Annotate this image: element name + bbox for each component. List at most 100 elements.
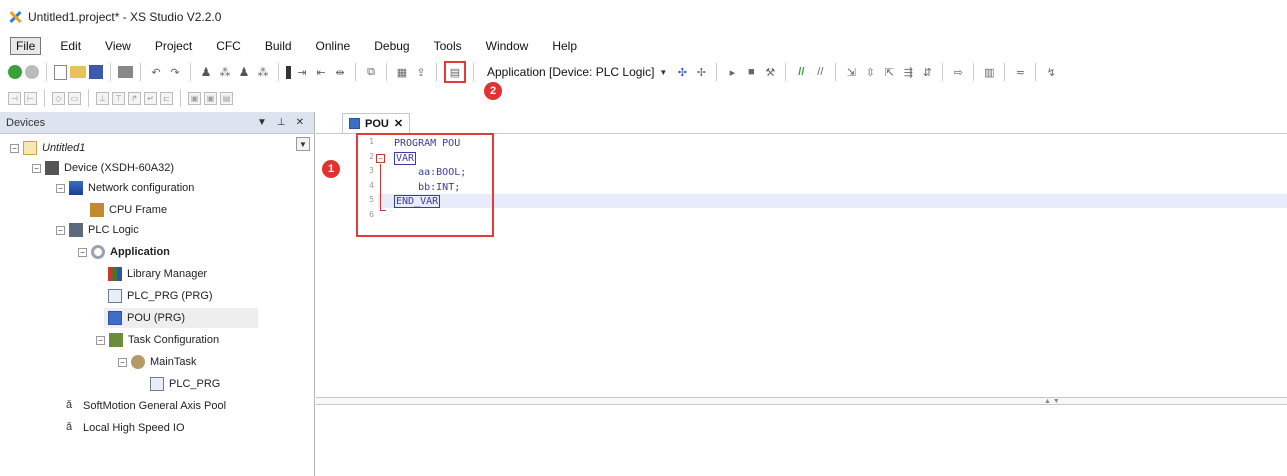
declare-variable-icon[interactable]: ▤ <box>447 64 463 80</box>
code-line[interactable]: VAR <box>394 151 1287 167</box>
uncomment-icon[interactable]: // <box>812 64 828 80</box>
pin-icon[interactable]: ⊥ <box>277 117 286 128</box>
code-line[interactable]: PROGRAM POU <box>394 137 1287 152</box>
panel-dropdown-icon[interactable]: ▼ <box>257 117 267 128</box>
print-icon[interactable] <box>118 66 133 78</box>
tree-item-softmotion-axis-pool[interactable]: ǎ SoftMotion General Axis Pool <box>66 396 226 416</box>
collapse-icon[interactable]: − <box>56 225 65 235</box>
redo-icon[interactable]: ↷ <box>167 64 183 80</box>
annotation-badge-2: 2 <box>484 82 502 100</box>
splitter-grip-icon[interactable]: ▲ ▼ <box>1044 398 1060 405</box>
tree-item-cpu-frame[interactable]: CPU Frame <box>90 200 167 220</box>
code-line[interactable] <box>394 210 1287 225</box>
tree-item-project[interactable]: − Untitled1 <box>10 138 85 158</box>
insert-contact-icon[interactable]: ⊣ <box>8 91 21 105</box>
tree-options-dropdown[interactable]: ▼ <box>296 137 310 151</box>
comment-icon[interactable]: // <box>793 64 809 80</box>
bookmark-icon[interactable] <box>286 65 291 79</box>
logout-icon[interactable]: ✢ <box>693 64 709 80</box>
insert-box-icon[interactable]: ▭ <box>68 91 81 105</box>
active-application-selector[interactable]: Application [Device: PLC Logic] <box>487 65 654 79</box>
menu-project[interactable]: Project <box>150 38 197 54</box>
app-logo-icon <box>8 10 22 24</box>
set-next-statement-icon[interactable]: ⇵ <box>919 64 935 80</box>
collapse-icon[interactable]: − <box>56 183 65 193</box>
tree-item-pou[interactable]: POU (PRG) <box>104 308 258 328</box>
insert-input-icon[interactable]: ▣ <box>188 91 201 105</box>
force-values-icon[interactable]: ≂ <box>1012 64 1028 80</box>
insert-coil-icon[interactable]: ◇ <box>52 91 65 105</box>
insert-comment-icon[interactable]: ▤ <box>220 91 233 105</box>
devices-panel-title: Devices <box>6 116 46 129</box>
insert-parallel-icon[interactable]: ⊢ <box>24 91 37 105</box>
menu-file[interactable]: File <box>10 37 42 55</box>
tree-item-plc-prg-call[interactable]: PLC_PRG <box>150 374 220 394</box>
collapse-icon[interactable]: − <box>32 163 41 173</box>
bookmark-next-icon[interactable]: ⇥ <box>294 64 310 80</box>
undo-icon[interactable]: ↶ <box>148 64 164 80</box>
menu-build[interactable]: Build <box>260 38 297 54</box>
tree-item-task-configuration[interactable]: − Task Configuration <box>96 330 219 350</box>
tree-item-plc-logic[interactable]: − PLC Logic <box>56 220 139 240</box>
new-file-icon[interactable] <box>54 64 67 80</box>
close-tab-icon[interactable]: ✕ <box>394 117 403 130</box>
insert-network-below-icon[interactable]: ⊤ <box>112 91 125 105</box>
start-icon[interactable]: ▸ <box>724 64 740 80</box>
insert-label-icon[interactable]: ⊏ <box>160 91 173 105</box>
insert-network-icon[interactable]: ⊥ <box>96 91 109 105</box>
code-line[interactable]: aa:BOOL; <box>394 166 1287 181</box>
tab-pou[interactable]: POU ✕ <box>342 113 411 133</box>
save-icon[interactable] <box>89 65 103 79</box>
menu-window[interactable]: Window <box>481 38 534 54</box>
open-folder-icon[interactable] <box>70 66 86 78</box>
replace-icon[interactable]: ♟ <box>236 64 252 80</box>
find-icon[interactable]: ♟ <box>198 64 214 80</box>
tree-item-network-configuration[interactable]: − Network configuration <box>56 178 194 198</box>
step-into-icon[interactable]: ⇳ <box>862 64 878 80</box>
bookmark-prev-icon[interactable]: ⇤ <box>313 64 329 80</box>
menu-help[interactable]: Help <box>547 38 582 54</box>
compare-icon[interactable]: ⧉ <box>363 64 379 80</box>
stop-icon[interactable]: ■ <box>743 64 759 80</box>
step-over-icon[interactable]: ⇲ <box>843 64 859 80</box>
tree-item-local-high-speed-io[interactable]: ǎ Local High Speed IO <box>66 418 185 438</box>
menu-edit[interactable]: Edit <box>55 38 86 54</box>
back-icon[interactable] <box>8 65 22 79</box>
menu-debug[interactable]: Debug <box>369 38 414 54</box>
insert-output-icon[interactable]: ▣ <box>204 91 217 105</box>
collapse-icon[interactable]: − <box>118 357 127 367</box>
collapse-icon[interactable]: − <box>78 247 87 257</box>
tree-item-maintask[interactable]: − MainTask <box>118 352 196 372</box>
show-next-statement-icon[interactable]: ⇨ <box>950 64 966 80</box>
tree-item-device[interactable]: − Device (XSDH-60A32) <box>32 158 174 178</box>
bookmark-clear-icon[interactable]: ⇹ <box>332 64 348 80</box>
collapse-icon[interactable]: − <box>10 143 19 153</box>
properties-icon[interactable]: ▦ <box>394 64 410 80</box>
menu-view[interactable]: View <box>100 38 136 54</box>
collapse-icon[interactable]: − <box>96 335 105 345</box>
reset-icon[interactable]: ⚒ <box>762 64 778 80</box>
menu-tools[interactable]: Tools <box>429 38 467 54</box>
code-line[interactable]: bb:INT; <box>394 181 1287 196</box>
menu-online[interactable]: Online <box>311 38 356 54</box>
tree-item-library-manager[interactable]: Library Manager <box>108 264 207 284</box>
step-out-icon[interactable]: ⇱ <box>881 64 897 80</box>
insert-jump-icon[interactable]: ↱ <box>128 91 141 105</box>
insert-return-icon[interactable]: ↵ <box>144 91 157 105</box>
chevron-down-icon[interactable]: ▼ <box>659 68 667 77</box>
find-next-icon[interactable]: ⁂ <box>217 64 233 80</box>
unforce-icon[interactable]: ↯ <box>1043 64 1059 80</box>
tree-item-application[interactable]: − Application <box>78 242 170 262</box>
close-icon[interactable]: ✕ <box>296 117 304 128</box>
replace-next-icon[interactable]: ⁂ <box>255 64 271 80</box>
editor-splitter[interactable]: ▲ ▼ <box>316 397 1287 405</box>
run-to-cursor-icon[interactable]: ⇶ <box>900 64 916 80</box>
menu-cfc[interactable]: CFC <box>211 38 246 54</box>
forward-icon[interactable] <box>25 65 39 79</box>
code-editor[interactable]: PROGRAM POU VAR aa:BOOL; bb:INT; END_VAR <box>394 137 1287 224</box>
write-values-icon[interactable]: ▥ <box>981 64 997 80</box>
code-line[interactable]: END_VAR <box>394 195 1287 210</box>
tree-item-plc-prg[interactable]: PLC_PRG (PRG) <box>108 286 213 306</box>
login-icon[interactable]: ✣ <box>674 64 690 80</box>
export-icon[interactable]: ⇪ <box>413 64 429 80</box>
